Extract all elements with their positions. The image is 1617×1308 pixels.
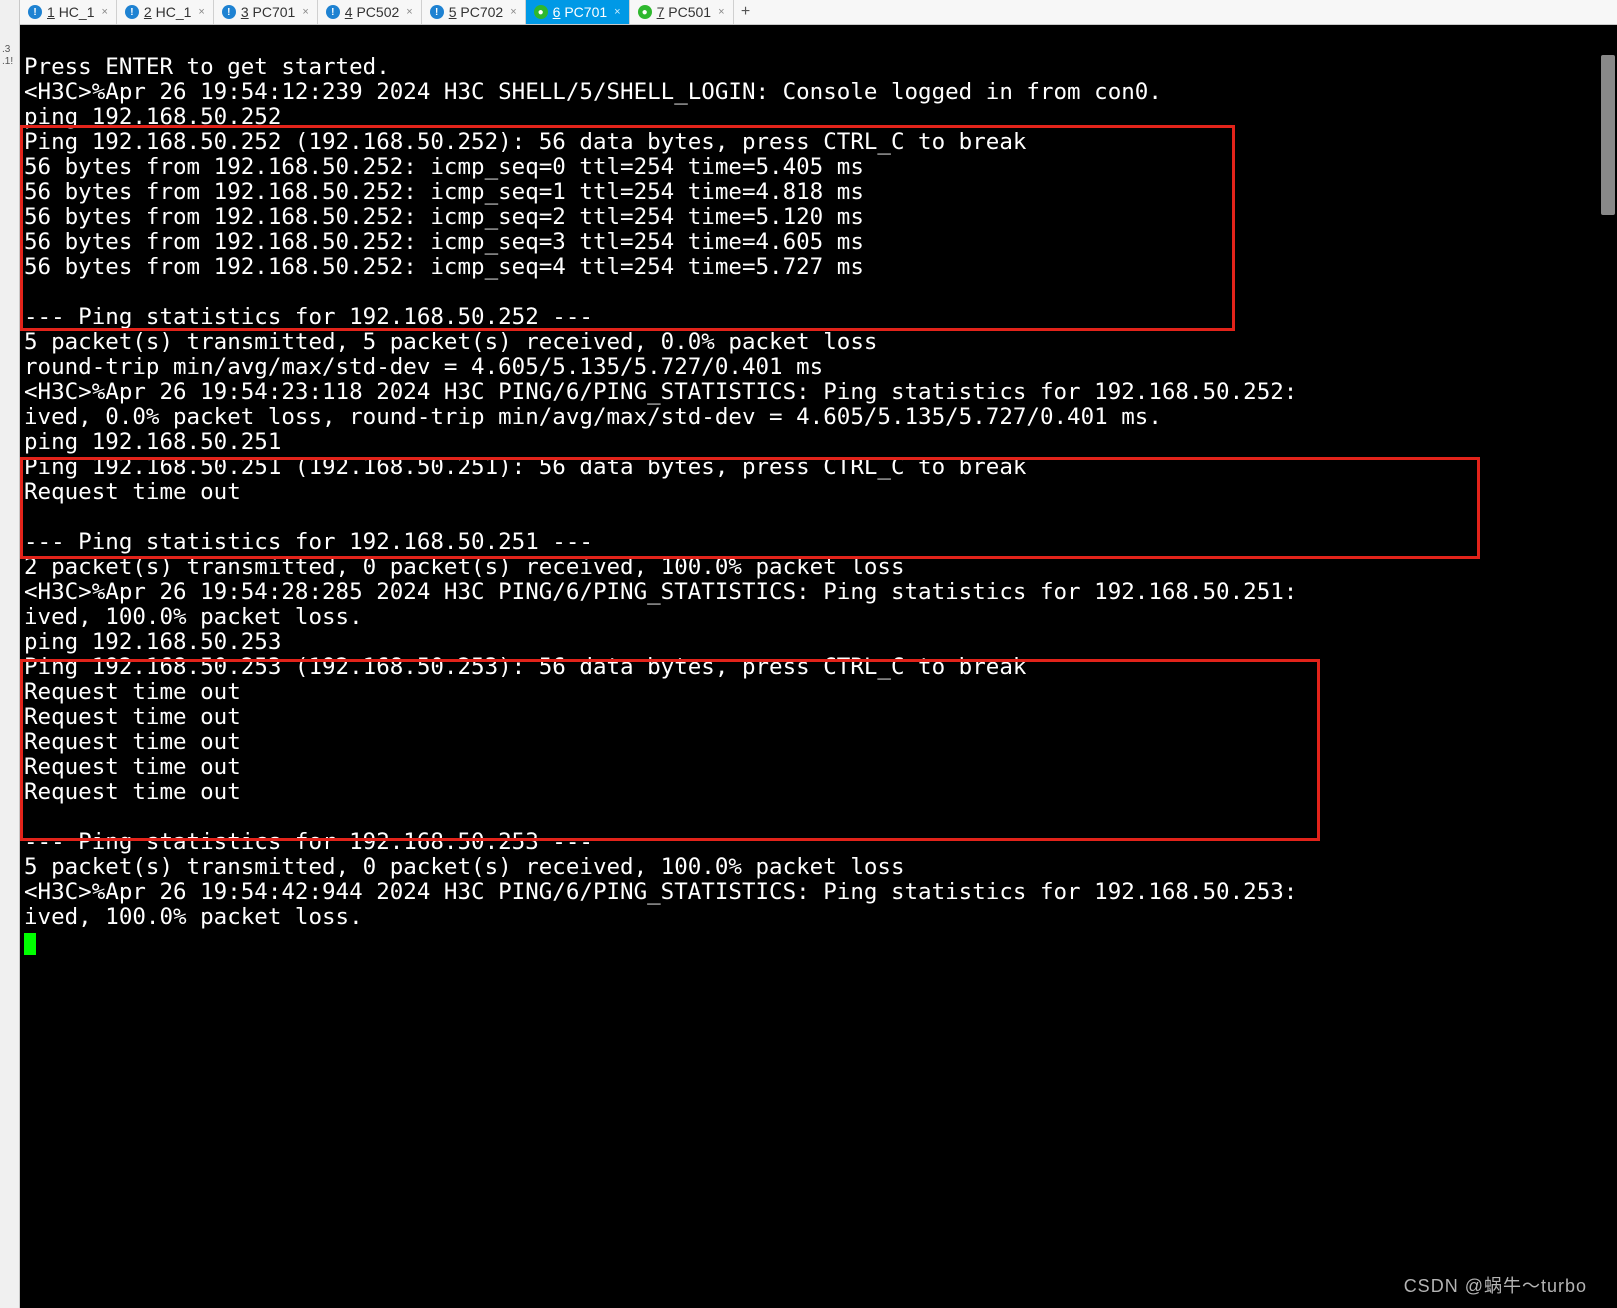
alert-icon: ! [222, 5, 236, 19]
terminal-area: Press ENTER to get started. <H3C>%Apr 26… [20, 25, 1617, 1308]
watermark: CSDN @蜗牛～turbo [1404, 1272, 1587, 1298]
close-icon[interactable]: × [614, 6, 620, 18]
gutter-marks: .3.1! [2, 44, 13, 68]
tab-pc701a[interactable]: ! 3 PC701 × [214, 0, 318, 24]
tab-bar: ! 1 HC_1 × ! 2 HC_1 × ! 3 PC701 × ! 4 PC… [20, 0, 1617, 25]
scroll-thumb[interactable] [1601, 55, 1615, 215]
close-icon[interactable]: × [302, 6, 308, 18]
connected-icon: ● [534, 5, 548, 19]
alert-icon: ! [326, 5, 340, 19]
close-icon[interactable]: × [510, 6, 516, 18]
connected-icon: ● [638, 5, 652, 19]
alert-icon: ! [125, 5, 139, 19]
tab-hc1[interactable]: ! 1 HC_1 × [20, 0, 117, 24]
terminal-cursor [24, 933, 36, 955]
alert-icon: ! [430, 5, 444, 19]
terminal-output[interactable]: Press ENTER to get started. <H3C>%Apr 26… [20, 25, 1599, 1308]
close-icon[interactable]: × [101, 6, 107, 18]
tab-pc701-active[interactable]: ● 6 PC701 × [526, 0, 630, 24]
tab-pc501[interactable]: ● 7 PC501 × [630, 0, 734, 24]
close-icon[interactable]: × [718, 6, 724, 18]
tab-hc1b[interactable]: ! 2 HC_1 × [117, 0, 214, 24]
new-tab-button[interactable]: + [734, 0, 758, 24]
tab-pc702[interactable]: ! 5 PC702 × [422, 0, 526, 24]
terminal-scrollbar[interactable] [1599, 25, 1617, 1308]
close-icon[interactable]: × [198, 6, 204, 18]
close-icon[interactable]: × [406, 6, 412, 18]
alert-icon: ! [28, 5, 42, 19]
tab-pc502[interactable]: ! 4 PC502 × [318, 0, 422, 24]
left-gutter: .3.1! [0, 0, 20, 1308]
